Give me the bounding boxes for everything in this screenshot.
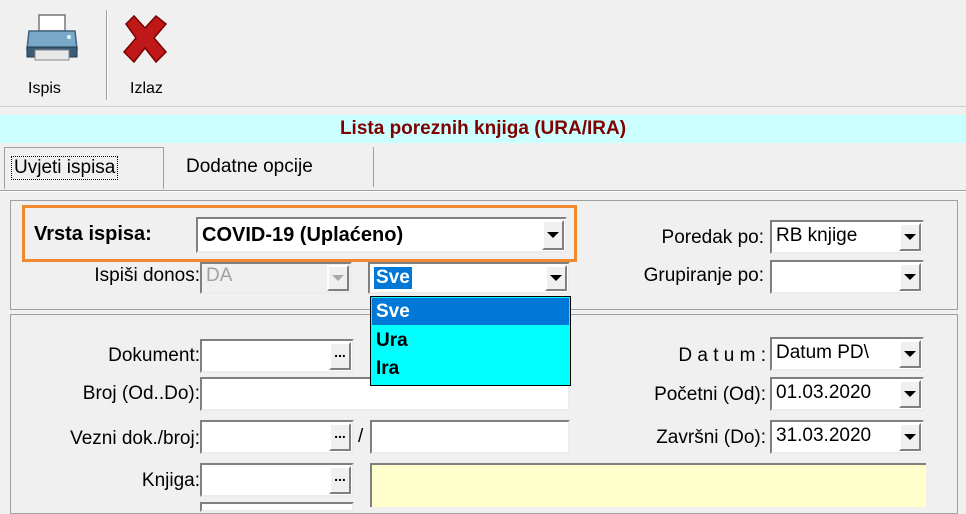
dokument-label: Dokument: bbox=[108, 345, 200, 366]
exit-label: Izlaz bbox=[130, 80, 163, 97]
ispisi-donos-value: DA bbox=[206, 265, 233, 286]
tab-uvjeti-ispisa[interactable]: Uvjeti ispisa bbox=[4, 147, 164, 189]
zavrsni-date-field[interactable]: 31.03.2020 bbox=[770, 420, 924, 454]
print-button[interactable]: Ispis bbox=[8, 8, 98, 102]
toolbar-separator bbox=[106, 10, 108, 100]
poredak-value: RB knjige bbox=[776, 225, 858, 246]
pocetni-value: 01.03.2020 bbox=[776, 382, 872, 403]
knjiga-label: Knjiga: bbox=[141, 470, 200, 491]
knjiga-browse-button[interactable]: ... bbox=[329, 466, 351, 494]
tab-label: Uvjeti ispisa bbox=[11, 156, 119, 180]
vrsta-ispisa-value: COVID-19 (Uplaćeno) bbox=[202, 224, 404, 246]
vezni-broj-field[interactable] bbox=[370, 420, 570, 454]
knjiga-description-field bbox=[370, 463, 926, 507]
poredak-label: Poredak po: bbox=[661, 227, 764, 248]
poredak-select[interactable]: RB knjige bbox=[770, 220, 924, 254]
filter-dropdown-list: Sve Ura Ira bbox=[370, 296, 571, 386]
datum-select[interactable]: Datum PD\ bbox=[770, 337, 924, 371]
dokument-field[interactable]: ... bbox=[200, 339, 354, 373]
zavrsni-label: Završni (Do): bbox=[656, 427, 766, 448]
chevron-down-icon bbox=[547, 232, 559, 238]
zavrsni-value: 31.03.2020 bbox=[776, 425, 872, 446]
dropdown-option-ura[interactable]: Ura bbox=[372, 327, 569, 354]
vezni-separator: / bbox=[358, 426, 364, 447]
knjiga-field[interactable]: ... bbox=[200, 463, 354, 497]
ispisi-donos-select: DA bbox=[200, 262, 352, 294]
chevron-down-icon bbox=[904, 234, 916, 240]
chevron-down-icon bbox=[904, 391, 916, 397]
chevron-down-icon bbox=[550, 275, 562, 281]
exit-button[interactable]: Izlaz bbox=[112, 8, 182, 102]
grupiranje-select[interactable] bbox=[770, 260, 924, 294]
tab-dodatne-opcije[interactable]: Dodatne opcije bbox=[168, 147, 374, 187]
pocetni-date-field[interactable]: 01.03.2020 bbox=[770, 377, 924, 411]
poredak-dropdown-button[interactable] bbox=[899, 223, 921, 251]
vrsta-ispisa-dropdown-button[interactable] bbox=[542, 220, 564, 250]
vezni-browse-button[interactable]: ... bbox=[329, 423, 351, 451]
chevron-down-icon bbox=[332, 275, 344, 281]
zavrsni-dropdown-button[interactable] bbox=[899, 423, 921, 451]
filter-value: Sve bbox=[374, 267, 412, 289]
broj-label: Broj (Od..Do): bbox=[82, 383, 200, 404]
vrsta-ispisa-select[interactable]: COVID-19 (Uplaćeno) bbox=[196, 217, 567, 253]
next-field-partial[interactable] bbox=[200, 502, 354, 512]
ispisi-donos-label: Ispiši donos: bbox=[94, 265, 200, 286]
vrsta-ispisa-label: Vrsta ispisa: bbox=[34, 223, 152, 245]
page-title: Lista poreznih knjiga (URA/IRA) bbox=[339, 118, 627, 139]
tab-label: Dodatne opcije bbox=[186, 156, 313, 177]
dropdown-option-ira[interactable]: Ira bbox=[372, 355, 569, 382]
datum-value: Datum PD\ bbox=[776, 342, 869, 363]
chevron-down-icon bbox=[904, 434, 916, 440]
grupiranje-label: Grupiranje po: bbox=[643, 265, 764, 286]
chevron-down-icon bbox=[904, 351, 916, 357]
grupiranje-dropdown-button[interactable] bbox=[899, 263, 921, 291]
printer-icon bbox=[26, 14, 78, 61]
toolbar: Ispis Izlaz bbox=[0, 0, 966, 107]
pocetni-label: Početni (Od): bbox=[654, 384, 766, 405]
vezni-label: Vezni dok./broj: bbox=[70, 428, 200, 449]
dropdown-option-sve[interactable]: Sve bbox=[372, 298, 569, 325]
close-x-icon bbox=[122, 14, 168, 64]
chevron-down-icon bbox=[904, 274, 916, 280]
print-label: Ispis bbox=[28, 80, 61, 97]
vezni-dok-field[interactable]: ... bbox=[200, 420, 354, 454]
datum-dropdown-button[interactable] bbox=[899, 340, 921, 368]
title-bar: Lista poreznih knjiga (URA/IRA) bbox=[0, 115, 966, 143]
pocetni-dropdown-button[interactable] bbox=[899, 380, 921, 408]
filter-dropdown-button[interactable] bbox=[545, 265, 567, 291]
tab-strip-line bbox=[0, 190, 966, 192]
dokument-browse-button[interactable]: ... bbox=[329, 342, 351, 370]
datum-label: D a t u m : bbox=[678, 345, 766, 366]
filter-select[interactable]: Sve bbox=[368, 262, 570, 294]
ispisi-donos-dropdown-button bbox=[327, 265, 349, 291]
